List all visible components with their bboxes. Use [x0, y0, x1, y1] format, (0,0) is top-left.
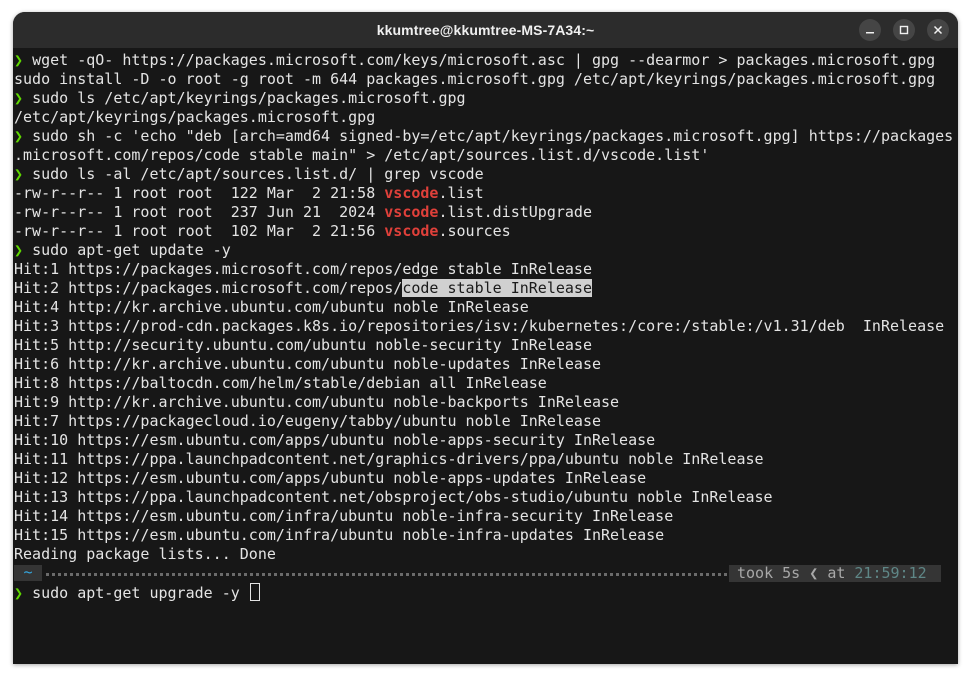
output-text: .sources [438, 222, 511, 240]
minimize-button[interactable] [859, 19, 881, 41]
output-text: Hit:4 http://kr.archive.ubuntu.com/ubunt… [14, 298, 529, 316]
output-text: .microsoft.com/repos/code stable main" >… [14, 146, 710, 164]
close-button[interactable] [927, 19, 949, 41]
output-line: Hit:2 https://packages.microsoft.com/rep… [14, 279, 958, 298]
prompt-chevron-icon: ❯ [14, 127, 24, 145]
command-text: sudo ls /etc/apt/keyrings/packages.micro… [32, 89, 466, 107]
grep-match: vscode [384, 184, 439, 202]
output-text: Hit:11 https://ppa.launchpadcontent.net/… [14, 450, 764, 468]
output-line: Hit:14 https://esm.ubuntu.com/infra/ubun… [14, 507, 958, 526]
prompt-directory: ~ [14, 565, 42, 581]
output-line: -rw-r--r-- 1 root root 237 Jun 21 2024 v… [14, 203, 958, 222]
maximize-icon [899, 25, 909, 35]
current-command: sudo apt-get upgrade -y [32, 584, 240, 602]
selected-text: code stable InRelease [402, 279, 592, 297]
output-text: Hit:14 https://esm.ubuntu.com/infra/ubun… [14, 507, 674, 525]
prompt-chevron-icon: ❯ [14, 89, 24, 107]
command-line: ❯ sudo sh -c 'echo "deb [arch=amd64 sign… [14, 127, 958, 146]
output-line: -rw-r--r-- 1 root root 122 Mar 2 21:58 v… [14, 184, 958, 203]
output-text: .list [438, 184, 484, 202]
prompt-time: 21:59:12 [854, 564, 927, 582]
command-line: ❯ sudo ls -al /etc/apt/sources.list.d/ |… [14, 165, 958, 184]
command-text: sudo apt-get update -y [32, 241, 231, 259]
output-text: Hit:8 https://baltocdn.com/helm/stable/d… [14, 374, 547, 392]
output-line: Hit:12 https://esm.ubuntu.com/apps/ubunt… [14, 469, 958, 488]
output-text: -rw-r--r-- 1 root root 122 Mar 2 21:58 [14, 184, 385, 202]
command-text: sudo ls -al /etc/apt/sources.list.d/ | g… [32, 165, 484, 183]
output-line: .microsoft.com/repos/code stable main" >… [14, 146, 958, 165]
title-bar[interactable]: kkumtree@kkumtree-MS-7A34:~ [13, 12, 958, 48]
close-icon [933, 25, 943, 35]
output-line: Hit:1 https://packages.microsoft.com/rep… [14, 260, 958, 279]
prompt-chevron-icon: ❯ [14, 241, 24, 259]
output-text: Hit:6 http://kr.archive.ubuntu.com/ubunt… [14, 355, 601, 373]
output-text: -rw-r--r-- 1 root root 237 Jun 21 2024 [14, 203, 385, 221]
output-text: Hit:15 https://esm.ubuntu.com/infra/ubun… [14, 526, 665, 544]
command-text: sudo sh -c 'echo "deb [arch=amd64 signed… [32, 127, 954, 145]
prompt-chevron-icon: ❯ [14, 51, 24, 69]
prompt-status-bar: ~ took 5s ❮ at 21:59:12 [14, 564, 941, 583]
output-line: Hit:11 https://ppa.launchpadcontent.net/… [14, 450, 958, 469]
output-text: sudo install -D -o root -g root -m 644 p… [14, 70, 936, 88]
output-text: Hit:7 https://packagecloud.io/eugeny/tab… [14, 412, 601, 430]
output-text: Hit:3 https://prod-cdn.packages.k8s.io/r… [14, 317, 945, 335]
segment-separator-icon: ❮ [809, 564, 819, 582]
minimize-icon [866, 32, 874, 34]
prompt-chevron-icon: ❯ [14, 584, 24, 602]
output-text: -rw-r--r-- 1 root root 102 Mar 2 21:56 [14, 222, 385, 240]
output-text: Hit:2 https://packages.microsoft.com/rep… [14, 279, 403, 297]
maximize-button[interactable] [893, 19, 915, 41]
command-line: ❯ sudo apt-get update -y [14, 241, 958, 260]
output-line: Hit:7 https://packagecloud.io/eugeny/tab… [14, 412, 958, 431]
grep-match: vscode [384, 203, 439, 221]
output-text: /etc/apt/keyrings/packages.microsoft.gpg [14, 108, 376, 126]
output-text: Hit:1 https://packages.microsoft.com/rep… [14, 260, 592, 278]
output-text: .list.distUpgrade [438, 203, 592, 221]
command-line: ❯ sudo ls /etc/apt/keyrings/packages.mic… [14, 89, 958, 108]
command-text: wget -qO- https://packages.microsoft.com… [32, 51, 936, 69]
output-line: Hit:13 https://ppa.launchpadcontent.net/… [14, 488, 958, 507]
output-line: Hit:9 http://kr.archive.ubuntu.com/ubunt… [14, 393, 958, 412]
command-duration: took 5s [737, 564, 801, 582]
scrollback: ❯ wget -qO- https://packages.microsoft.c… [14, 51, 958, 564]
prompt-chevron-icon: ❯ [14, 165, 24, 183]
output-line: Hit:3 https://prod-cdn.packages.k8s.io/r… [14, 317, 958, 336]
command-line: ❯ wget -qO- https://packages.microsoft.c… [14, 51, 958, 70]
output-text: Hit:5 http://security.ubuntu.com/ubuntu … [14, 336, 592, 354]
active-prompt-line[interactable]: ❯ sudo apt-get upgrade -y [14, 583, 958, 602]
terminal-output[interactable]: ❯ wget -qO- https://packages.microsoft.c… [13, 48, 958, 602]
output-text: Hit:13 https://ppa.launchpadcontent.net/… [14, 488, 773, 506]
output-text: Hit:10 https://esm.ubuntu.com/apps/ubunt… [14, 431, 656, 449]
output-line: Hit:6 http://kr.archive.ubuntu.com/ubunt… [14, 355, 958, 374]
window-controls [859, 19, 949, 41]
output-line: Hit:10 https://esm.ubuntu.com/apps/ubunt… [14, 431, 958, 450]
output-line: sudo install -D -o root -g root -m 644 p… [14, 70, 958, 89]
output-text: Hit:9 http://kr.archive.ubuntu.com/ubunt… [14, 393, 620, 411]
output-text: Hit:12 https://esm.ubuntu.com/apps/ubunt… [14, 469, 647, 487]
output-line: Hit:4 http://kr.archive.ubuntu.com/ubunt… [14, 298, 958, 317]
terminal-window: kkumtree@kkumtree-MS-7A34:~ ❯ wget -qO- … [13, 12, 958, 664]
output-line: Reading package lists... Done [14, 545, 958, 564]
at-label: at [827, 564, 846, 582]
window-title: kkumtree@kkumtree-MS-7A34:~ [376, 22, 595, 38]
output-line: Hit:15 https://esm.ubuntu.com/infra/ubun… [14, 526, 958, 545]
output-line: Hit:5 http://security.ubuntu.com/ubuntu … [14, 336, 958, 355]
output-line: /etc/apt/keyrings/packages.microsoft.gpg [14, 108, 958, 127]
text-cursor [249, 583, 260, 601]
output-text: Reading package lists... Done [14, 545, 276, 563]
grep-match: vscode [384, 222, 439, 240]
prompt-right-segment: took 5s ❮ at 21:59:12 [729, 565, 941, 582]
output-line: Hit:8 https://baltocdn.com/helm/stable/d… [14, 374, 958, 393]
prompt-filler-dots [46, 573, 727, 576]
output-line: -rw-r--r-- 1 root root 102 Mar 2 21:56 v… [14, 222, 958, 241]
